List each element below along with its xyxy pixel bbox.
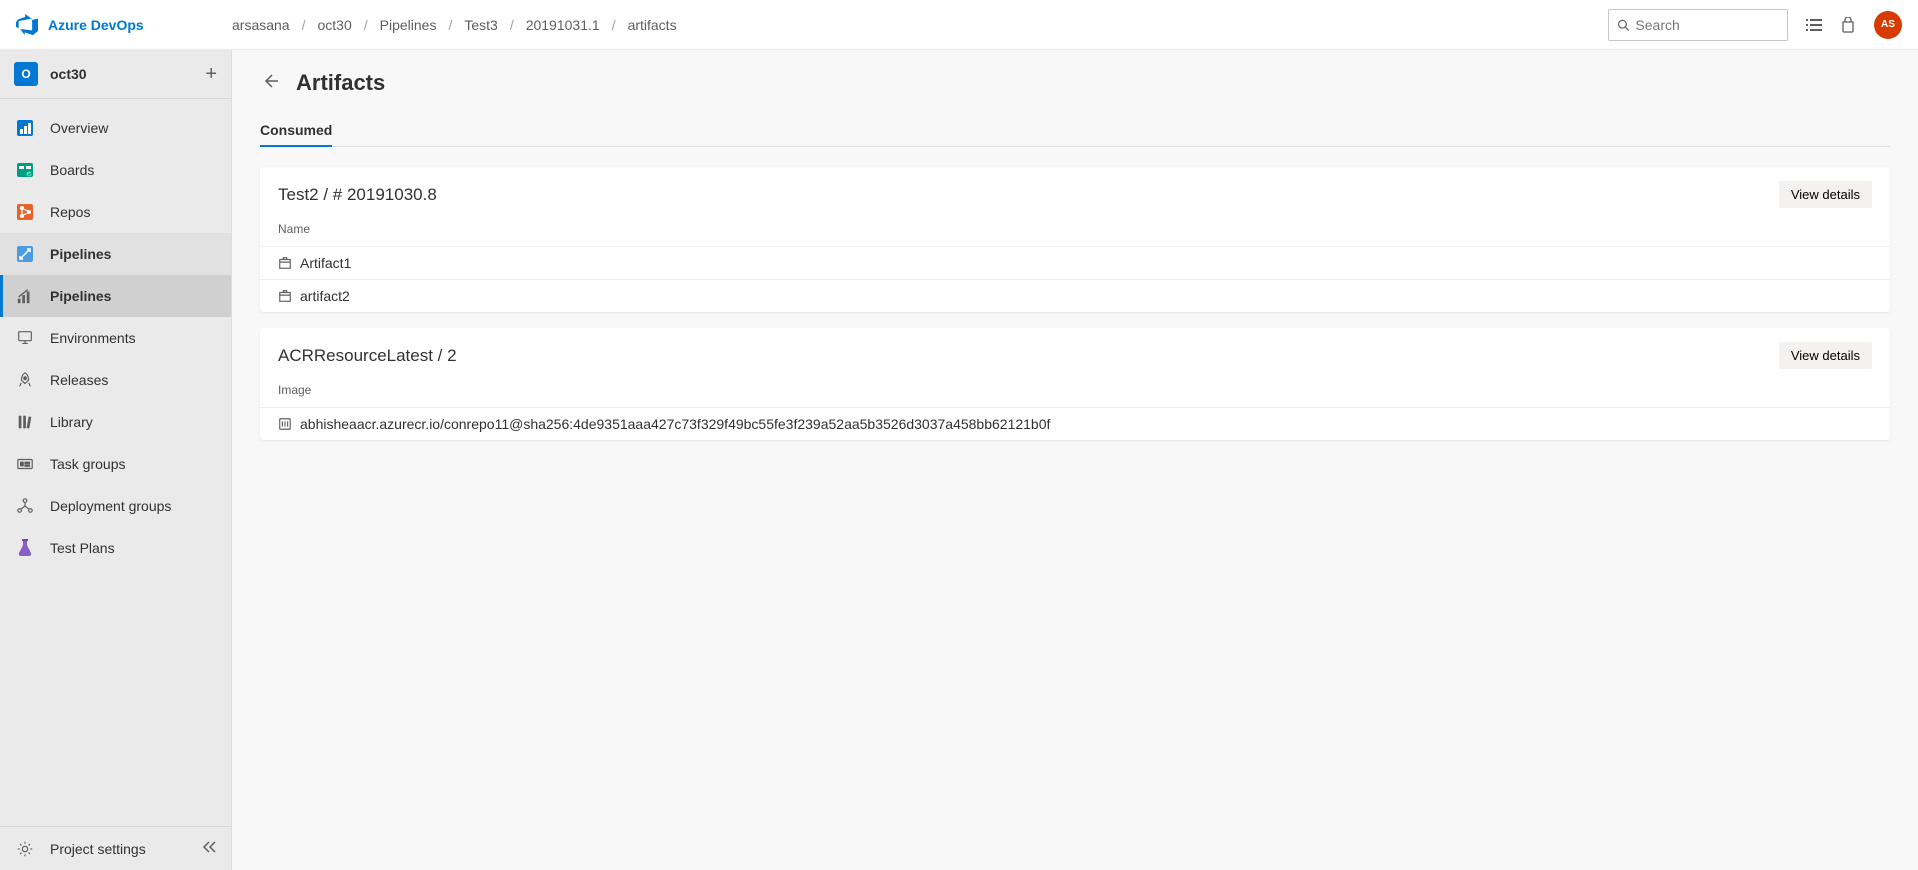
breadcrumb-item[interactable]: artifacts — [628, 17, 677, 33]
table-row[interactable]: artifact2 — [260, 279, 1890, 312]
sidebar-item-pipelines[interactable]: Pipelines — [0, 233, 231, 275]
sidebar-item-environments[interactable]: Environments — [0, 317, 231, 359]
breadcrumb-item[interactable]: arsasana — [232, 17, 290, 33]
boards-icon — [14, 159, 36, 181]
artifact-name: Artifact1 — [300, 255, 351, 271]
container-icon — [278, 417, 292, 431]
view-details-button[interactable]: View details — [1779, 342, 1872, 369]
sidebar-item-library[interactable]: Library — [0, 401, 231, 443]
releases-icon — [14, 369, 36, 391]
shopping-bag-icon[interactable] — [1840, 17, 1856, 33]
artifact-group: ACRResourceLatest / 2 View details Image… — [260, 328, 1890, 440]
search-icon — [1617, 18, 1629, 32]
sidebar-item-label: Overview — [50, 120, 108, 136]
pipelines-icon — [14, 243, 36, 265]
sidebar-item-boards[interactable]: Boards — [0, 149, 231, 191]
artifact-group: Test2 / # 20191030.8 View details Name A… — [260, 167, 1890, 312]
table-row[interactable]: Artifact1 — [260, 246, 1890, 279]
gear-icon — [14, 838, 36, 860]
search-input[interactable] — [1635, 17, 1779, 33]
card-header: ACRResourceLatest / 2 View details — [260, 328, 1890, 377]
breadcrumb-item[interactable]: 20191031.1 — [526, 17, 600, 33]
sidebar-item-task-groups[interactable]: Task groups — [0, 443, 231, 485]
project-settings-label: Project settings — [50, 841, 146, 857]
breadcrumb: arsasana/ oct30/ Pipelines/ Test3/ 20191… — [232, 17, 677, 33]
column-header: Image — [260, 377, 1890, 407]
deployment-groups-icon — [14, 495, 36, 517]
card-title: ACRResourceLatest / 2 — [278, 346, 457, 366]
search-box[interactable] — [1608, 9, 1788, 41]
breadcrumb-item[interactable]: Pipelines — [380, 17, 437, 33]
task-groups-icon — [14, 453, 36, 475]
project-settings[interactable]: Project settings — [0, 826, 231, 870]
test-plans-icon — [14, 537, 36, 559]
sidebar-item-label: Library — [50, 414, 93, 430]
sidebar-item-deployment-groups[interactable]: Deployment groups — [0, 485, 231, 527]
breadcrumb-item[interactable]: Test3 — [464, 17, 497, 33]
sidebar-item-label: Releases — [50, 372, 108, 388]
sidebar-item-pipelines-sub[interactable]: Pipelines — [0, 275, 231, 317]
global-header: Azure DevOps arsasana/ oct30/ Pipelines/… — [0, 0, 1918, 50]
list-icon[interactable] — [1806, 17, 1822, 33]
artifact-name: artifact2 — [300, 288, 350, 304]
sidebar-item-label: Environments — [50, 330, 136, 346]
sidebar-item-label: Test Plans — [50, 540, 115, 556]
sidebar-item-test-plans[interactable]: Test Plans — [0, 527, 231, 569]
sidebar: O oct30 + Overview Boards Repos Pipeline… — [0, 50, 232, 870]
page-header: Artifacts — [260, 70, 1890, 96]
sidebar-item-repos[interactable]: Repos — [0, 191, 231, 233]
table-row[interactable]: abhisheaacr.azurecr.io/conrepo11@sha256:… — [260, 407, 1890, 440]
sidebar-item-label: Pipelines — [50, 288, 111, 304]
header-right: AS — [1608, 9, 1902, 41]
project-name: oct30 — [50, 66, 87, 82]
tab-consumed[interactable]: Consumed — [260, 114, 332, 146]
pipelines-sub-icon — [14, 285, 36, 307]
environments-icon — [14, 327, 36, 349]
logo-area[interactable]: Azure DevOps — [16, 14, 232, 36]
sidebar-item-label: Pipelines — [50, 246, 111, 262]
tabs: Consumed — [260, 114, 1890, 147]
column-header: Name — [260, 216, 1890, 246]
artifact-icon — [278, 289, 292, 303]
sidebar-item-overview[interactable]: Overview — [0, 107, 231, 149]
sidebar-item-label: Repos — [50, 204, 90, 220]
plus-icon[interactable]: + — [205, 63, 217, 86]
nav: Overview Boards Repos Pipelines Pipeline… — [0, 99, 231, 826]
image-name: abhisheaacr.azurecr.io/conrepo11@sha256:… — [300, 416, 1050, 432]
project-row[interactable]: O oct30 + — [0, 50, 231, 99]
library-icon — [14, 411, 36, 433]
repos-icon — [14, 201, 36, 223]
sidebar-item-label: Deployment groups — [50, 498, 171, 514]
overview-icon — [14, 117, 36, 139]
back-arrow-icon[interactable] — [260, 71, 280, 96]
card-header: Test2 / # 20191030.8 View details — [260, 167, 1890, 216]
project-tile: O — [14, 62, 38, 86]
product-name: Azure DevOps — [48, 17, 144, 33]
card-title: Test2 / # 20191030.8 — [278, 185, 437, 205]
breadcrumb-item[interactable]: oct30 — [317, 17, 351, 33]
page-title: Artifacts — [296, 70, 385, 96]
main-content: Artifacts Consumed Test2 / # 20191030.8 … — [232, 50, 1918, 870]
sidebar-item-releases[interactable]: Releases — [0, 359, 231, 401]
sidebar-item-label: Task groups — [50, 456, 125, 472]
collapse-icon[interactable] — [201, 839, 217, 858]
azure-devops-icon — [16, 14, 38, 36]
view-details-button[interactable]: View details — [1779, 181, 1872, 208]
artifact-icon — [278, 256, 292, 270]
avatar[interactable]: AS — [1874, 11, 1902, 39]
sidebar-item-label: Boards — [50, 162, 94, 178]
